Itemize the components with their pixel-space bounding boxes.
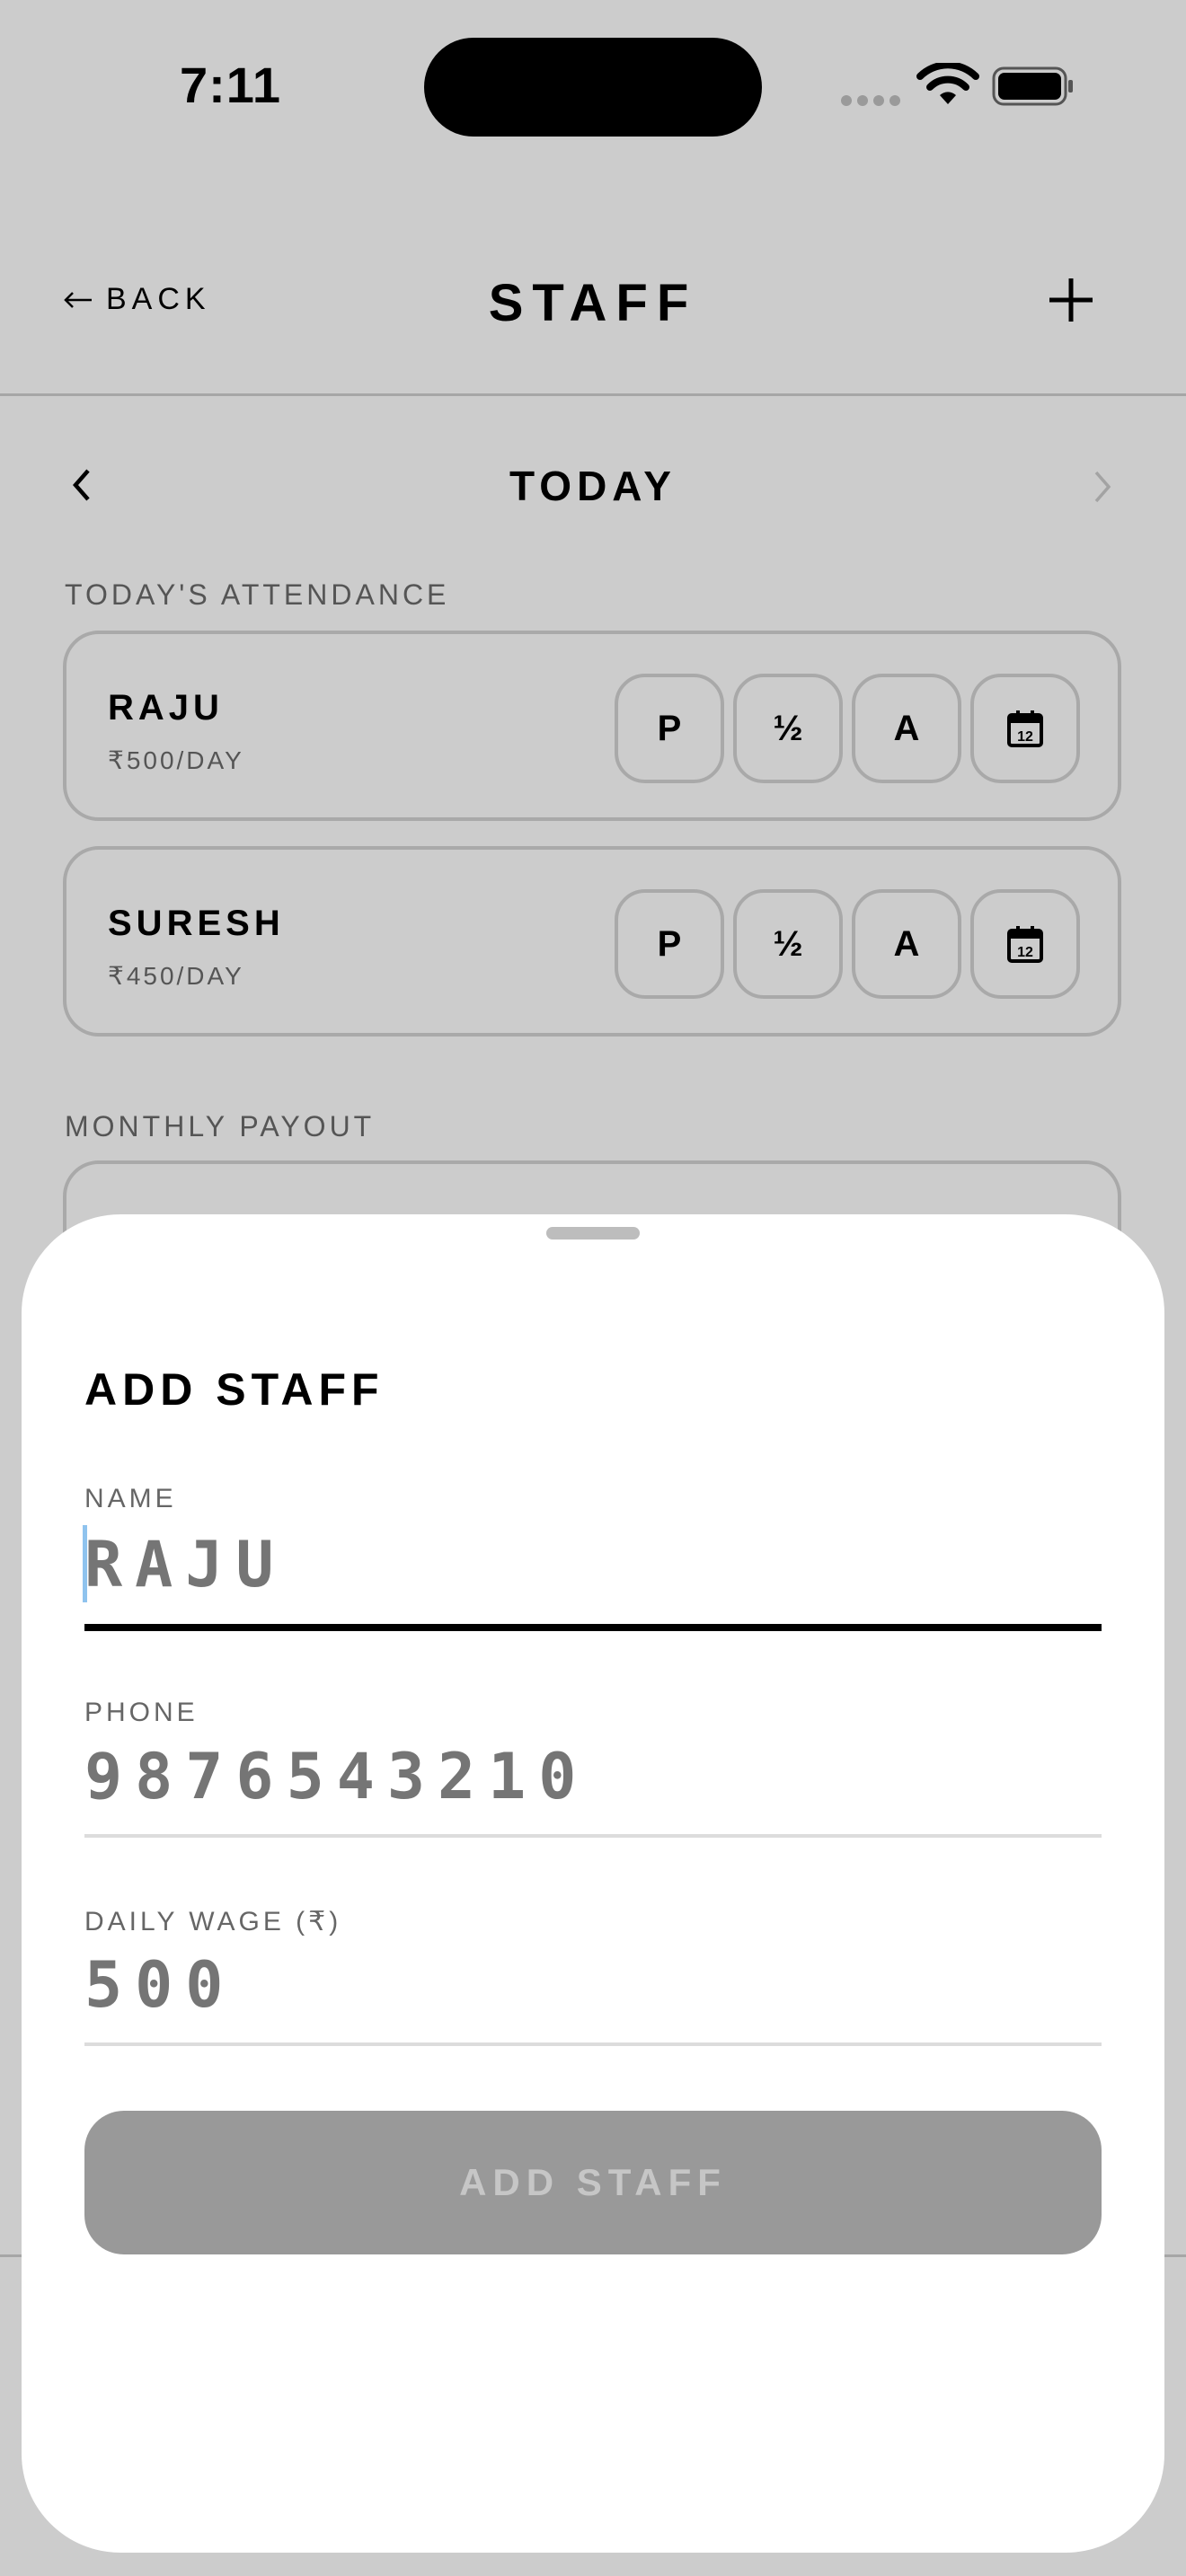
phone-input[interactable] xyxy=(84,1732,1102,1822)
staff-wage: ₹450/DAY xyxy=(108,962,244,990)
status-time: 7:11 xyxy=(180,57,281,113)
mark-absent-button[interactable]: A xyxy=(852,674,961,783)
next-day-chevron-icon[interactable] xyxy=(1089,467,1116,507)
mark-present-button[interactable]: P xyxy=(615,674,724,783)
page-title: STAFF xyxy=(488,274,698,332)
calendar-icon: 12 xyxy=(1007,710,1043,747)
day-label: TODAY xyxy=(509,463,677,509)
calendar-icon: 12 xyxy=(1007,926,1043,963)
header-divider xyxy=(0,393,1186,396)
dynamic-island xyxy=(424,38,762,137)
mark-absent-button[interactable]: A xyxy=(852,889,961,999)
name-field-label: NAME xyxy=(84,1484,177,1513)
add-staff-submit-button[interactable]: ADD STAFF xyxy=(84,2111,1102,2254)
calendar-day-number: 12 xyxy=(1017,729,1033,745)
sheet-grabber[interactable] xyxy=(546,1227,640,1239)
staff-name: RAJU xyxy=(108,688,224,728)
add-staff-plus-icon[interactable] xyxy=(1046,275,1096,325)
staff-wage: ₹500/DAY xyxy=(108,746,244,774)
staff-name: SURESH xyxy=(108,904,285,943)
payout-section-label: MONTHLY PAYOUT xyxy=(65,1110,376,1142)
calendar-day-number: 12 xyxy=(1017,945,1033,960)
mark-present-button[interactable]: P xyxy=(615,889,724,999)
sheet-title: ADD STAFF xyxy=(84,1364,385,1415)
attendance-section-label: TODAY'S ATTENDANCE xyxy=(65,578,450,611)
calendar-button[interactable]: 12 xyxy=(970,674,1080,783)
mark-half-day-button[interactable]: ½ xyxy=(733,674,843,783)
mark-half-day-button[interactable]: ½ xyxy=(733,889,843,999)
wifi-icon xyxy=(916,63,979,104)
phone-field-label: PHONE xyxy=(84,1698,199,1727)
battery-icon xyxy=(992,66,1073,106)
staff-attendance-card: RAJU ₹500/DAY P ½ A 12 xyxy=(63,631,1121,821)
staff-attendance-card: SURESH ₹450/DAY P ½ A 12 xyxy=(63,846,1121,1037)
phone-field-underline xyxy=(84,1834,1102,1838)
calendar-button[interactable]: 12 xyxy=(970,889,1080,999)
daily-wage-input[interactable] xyxy=(84,1940,1102,2030)
name-field-underline xyxy=(84,1624,1102,1631)
name-input[interactable] xyxy=(84,1520,1102,1610)
wage-field-underline xyxy=(84,2042,1102,2046)
wage-field-label: DAILY WAGE (₹) xyxy=(84,1907,342,1936)
cellular-signal-icon xyxy=(841,95,900,106)
